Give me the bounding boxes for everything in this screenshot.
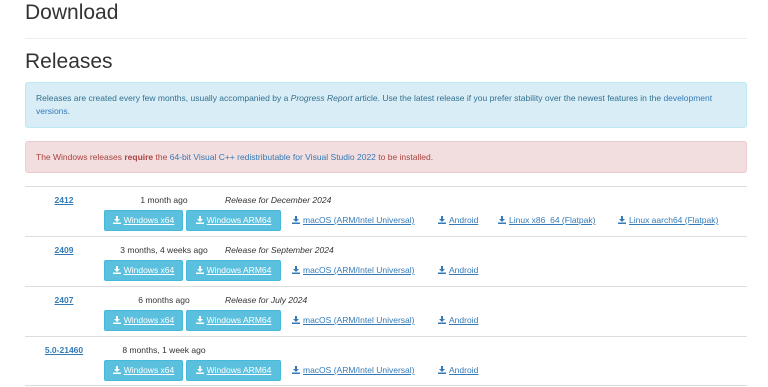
- releases-table: 2412 1 month ago Release for December 20…: [25, 186, 747, 386]
- release-row: 2407 6 months ago Release for July 2024 …: [25, 286, 747, 336]
- download-icon: [292, 266, 300, 274]
- download-icon: [112, 216, 121, 224]
- release-note: Release for September 2024: [225, 245, 334, 255]
- button-label: Windows x64: [123, 265, 175, 275]
- link-label: Android: [449, 365, 479, 375]
- download-icon: [292, 366, 300, 374]
- windows-arm64-button[interactable]: Windows ARM64: [186, 210, 281, 231]
- link-label: macOS (ARM/Intel Universal): [303, 315, 415, 325]
- danger-alert: The Windows releases require the 64-bit …: [25, 141, 747, 173]
- release-note: Release for December 2024: [225, 195, 332, 205]
- link-label: Android: [449, 265, 479, 275]
- release-version-link[interactable]: 2412: [25, 195, 103, 205]
- info-text-after: .: [67, 106, 71, 116]
- button-label: Windows ARM64: [206, 365, 272, 375]
- download-icon: [195, 316, 204, 324]
- release-note: Release for July 2024: [225, 295, 308, 305]
- info-text-before: Releases are created every few months, u…: [36, 93, 291, 103]
- button-label: Windows ARM64: [206, 315, 272, 325]
- link-label: Android: [449, 315, 479, 325]
- info-text-middle: article. Use the latest release if you p…: [352, 93, 664, 103]
- danger-text-before: The Windows releases: [36, 152, 125, 162]
- windows-x64-button[interactable]: Windows x64: [104, 260, 183, 281]
- download-icon: [438, 316, 446, 324]
- button-label: Windows ARM64: [206, 215, 272, 225]
- android-download-link[interactable]: Android: [438, 310, 478, 331]
- download-icon: [292, 316, 300, 324]
- section-title: Releases: [25, 50, 113, 73]
- windows-x64-button[interactable]: Windows x64: [104, 360, 183, 381]
- download-icon: [195, 366, 204, 374]
- button-label: Windows x64: [123, 315, 175, 325]
- link-label: Linux x86_64 (Flatpak): [509, 215, 596, 225]
- release-row: 2412 1 month ago Release for December 20…: [25, 186, 747, 236]
- button-label: Windows x64: [123, 215, 175, 225]
- release-row: 5.0-21460 8 months, 1 week ago Windows x…: [25, 336, 747, 386]
- button-label: Windows ARM64: [206, 265, 272, 275]
- download-icon: [438, 266, 446, 274]
- windows-arm64-button[interactable]: Windows ARM64: [186, 260, 281, 281]
- link-label: Android: [449, 215, 479, 225]
- release-age: 3 months, 4 weeks ago: [120, 245, 208, 255]
- android-download-link[interactable]: Android: [438, 210, 478, 231]
- link-label: Linux aarch64 (Flatpak): [629, 215, 719, 225]
- download-icon: [195, 216, 204, 224]
- link-label: macOS (ARM/Intel Universal): [303, 265, 415, 275]
- release-age: 6 months ago: [138, 295, 190, 305]
- link-label: macOS (ARM/Intel Universal): [303, 365, 415, 375]
- release-version-link[interactable]: 2409: [25, 245, 103, 255]
- windows-x64-button[interactable]: Windows x64: [104, 210, 183, 231]
- windows-x64-button[interactable]: Windows x64: [104, 310, 183, 331]
- danger-text-after: to be installed.: [375, 152, 434, 162]
- release-age: 1 month ago: [140, 195, 188, 205]
- release-version-link[interactable]: 5.0-21460: [25, 345, 103, 355]
- macos-download-link[interactable]: macOS (ARM/Intel Universal): [292, 260, 414, 281]
- macos-download-link[interactable]: macOS (ARM/Intel Universal): [292, 210, 414, 231]
- page-title: Download: [25, 1, 119, 24]
- windows-arm64-button[interactable]: Windows ARM64: [186, 360, 281, 381]
- download-icon: [498, 216, 506, 224]
- info-alert: Releases are created every few months, u…: [25, 82, 747, 128]
- download-icon: [292, 216, 300, 224]
- linux-x86-64-download-link[interactable]: Linux x86_64 (Flatpak): [498, 210, 595, 231]
- divider: [25, 38, 747, 39]
- linux-aarch64-download-link[interactable]: Linux aarch64 (Flatpak): [618, 210, 718, 231]
- android-download-link[interactable]: Android: [438, 360, 478, 381]
- release-version-link[interactable]: 2407: [25, 295, 103, 305]
- download-icon: [112, 366, 121, 374]
- info-emphasis: Progress Report: [290, 93, 353, 103]
- danger-text-middle: the: [153, 152, 170, 162]
- download-icon: [195, 266, 204, 274]
- android-download-link[interactable]: Android: [438, 260, 478, 281]
- download-icon: [438, 216, 446, 224]
- button-label: Windows x64: [123, 365, 175, 375]
- macos-download-link[interactable]: macOS (ARM/Intel Universal): [292, 360, 414, 381]
- vc-redist-link[interactable]: 64-bit Visual C++ redistributable for Vi…: [170, 152, 376, 162]
- release-age: 8 months, 1 week ago: [122, 345, 206, 355]
- download-icon: [618, 216, 626, 224]
- release-row: 2409 3 months, 4 weeks ago Release for S…: [25, 236, 747, 286]
- download-icon: [112, 316, 121, 324]
- download-icon: [112, 266, 121, 274]
- link-label: macOS (ARM/Intel Universal): [303, 215, 415, 225]
- download-icon: [438, 366, 446, 374]
- macos-download-link[interactable]: macOS (ARM/Intel Universal): [292, 310, 414, 331]
- danger-strong: require: [124, 152, 154, 162]
- windows-arm64-button[interactable]: Windows ARM64: [186, 310, 281, 331]
